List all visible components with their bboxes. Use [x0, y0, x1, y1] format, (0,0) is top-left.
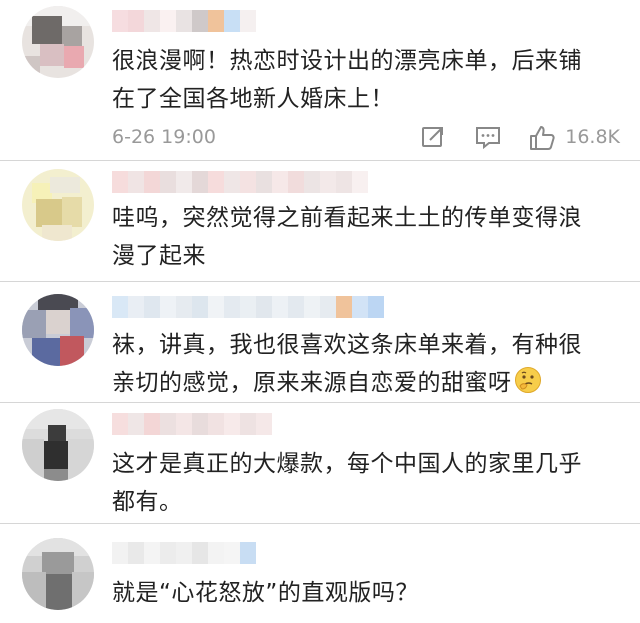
- username[interactable]: [112, 10, 256, 32]
- avatar[interactable]: [22, 538, 94, 610]
- like-count: 16.8K: [565, 126, 620, 148]
- avatar[interactable]: [22, 409, 94, 481]
- like-icon[interactable]: [528, 124, 556, 157]
- comment-item: 这才是真正的大爆款，每个中国人的家里几乎 都有。: [0, 403, 640, 524]
- comment-item: 袜，讲真，我也很喜欢这条床单来着，有种很 亲切的感觉，原来来源自恋爱的甜蜜呀: [0, 282, 640, 403]
- comment-meta: 6-26 19:00 16.8K: [112, 124, 620, 154]
- username[interactable]: [112, 171, 368, 193]
- avatar[interactable]: [22, 294, 94, 366]
- comment-text: 袜，讲真，我也很喜欢这条床单来着，有种很 亲切的感觉，原来来源自恋爱的甜蜜呀: [112, 326, 620, 406]
- comment-item: 很浪漫啊！热恋时设计出的漂亮床单，后来铺 在了全国各地新人婚床上！ 6-26 1…: [0, 0, 640, 161]
- avatar[interactable]: [22, 169, 94, 241]
- comment-text: 就是“心花怒放”的直观版吗？: [112, 580, 419, 606]
- username[interactable]: [112, 542, 256, 564]
- thinking-face-emoji: [514, 366, 542, 406]
- comment-item: 哇呜，突然觉得之前看起来土土的传单变得浪 漫了起来: [0, 161, 640, 282]
- comment-text: 哇呜，突然觉得之前看起来土土的传单变得浪 漫了起来: [112, 205, 582, 269]
- share-icon[interactable]: [420, 124, 446, 155]
- username[interactable]: [112, 413, 272, 435]
- comment-icon[interactable]: [474, 124, 502, 155]
- avatar[interactable]: [22, 6, 94, 78]
- comment-text: 很浪漫啊！热恋时设计出的漂亮床单，后来铺 在了全国各地新人婚床上！: [112, 48, 582, 112]
- timestamp: 6-26 19:00: [112, 126, 216, 148]
- comment-item: 就是“心花怒放”的直观版吗？: [0, 524, 640, 623]
- username[interactable]: [112, 296, 384, 318]
- comment-text: 这才是真正的大爆款，每个中国人的家里几乎 都有。: [112, 451, 582, 515]
